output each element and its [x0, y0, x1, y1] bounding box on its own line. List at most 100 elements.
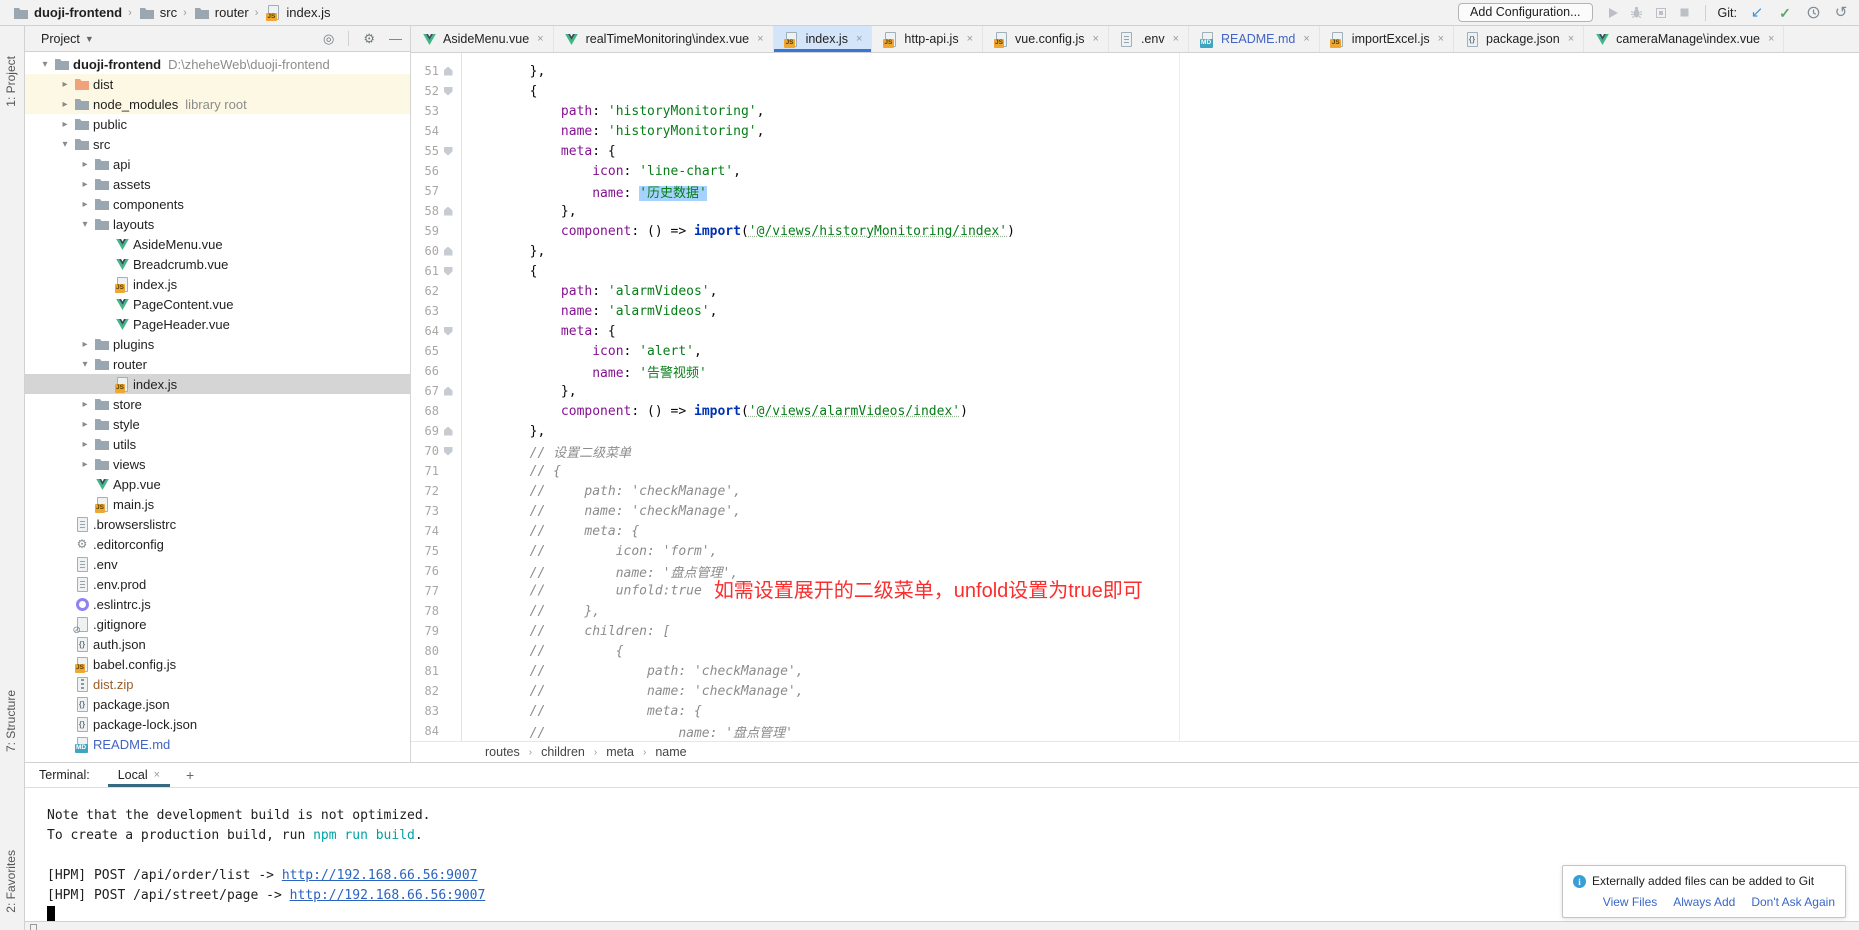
fold-marker[interactable] [439, 247, 457, 256]
terminal-link[interactable]: http://192.168.66.56:9007 [282, 868, 478, 883]
chevron-right-icon[interactable]: ▸ [57, 99, 73, 110]
tree-item-public[interactable]: ▸public [25, 114, 410, 134]
close-icon[interactable]: × [537, 33, 543, 45]
close-icon[interactable]: × [1173, 33, 1179, 45]
tree-item-assets[interactable]: ▸assets [25, 174, 410, 194]
notification-action-view-files[interactable]: View Files [1603, 895, 1657, 909]
close-icon[interactable]: × [757, 33, 763, 45]
tab-package-json[interactable]: {}package.json× [1454, 26, 1584, 52]
locate-icon[interactable]: ◎ [323, 32, 334, 45]
tree-item-app-vue[interactable]: App.vue [25, 474, 410, 494]
chevron-right-icon[interactable]: ▸ [77, 339, 93, 350]
chevron-down-icon[interactable]: ▾ [57, 139, 73, 150]
terminal-link[interactable]: http://192.168.66.56:9007 [290, 888, 486, 903]
tab-importexcel-js[interactable]: JSimportExcel.js× [1320, 26, 1454, 52]
notification-action-don-t-ask-again[interactable]: Don't Ask Again [1751, 895, 1835, 909]
settings-icon[interactable]: ⚙ [363, 32, 375, 45]
tree-item-browserslistrc[interactable]: .browserslistrc [25, 514, 410, 534]
tree-item-package-json[interactable]: {}package.json [25, 694, 410, 714]
fold-marker[interactable] [439, 327, 457, 336]
fold-marker[interactable] [439, 447, 457, 456]
tab-index-js[interactable]: JSindex.js× [774, 26, 873, 52]
editor-breadcrumb-meta[interactable]: meta [606, 745, 634, 759]
git-update-icon[interactable]: ↙ [1749, 5, 1765, 21]
breadcrumb-item-index-js[interactable]: JSindex.js [262, 5, 332, 21]
terminal-tab-local[interactable]: Local × [108, 763, 170, 787]
breadcrumb-item-src[interactable]: src [136, 5, 179, 21]
chevron-right-icon[interactable]: ▸ [77, 459, 93, 470]
tab-realtimemonitoring-index-vue[interactable]: realTimeMonitoring\index.vue× [554, 26, 774, 52]
chevron-right-icon[interactable]: ▸ [57, 79, 73, 90]
tree-item-breadcrumb-vue[interactable]: Breadcrumb.vue [25, 254, 410, 274]
tab-cameramanage-index-vue[interactable]: cameraManage\index.vue× [1584, 26, 1784, 52]
tree-item-auth-json[interactable]: {}auth.json [25, 634, 410, 654]
editor-breadcrumb-routes[interactable]: routes [485, 745, 520, 759]
git-history-icon[interactable] [1805, 5, 1821, 21]
tree-item-dist-zip[interactable]: dist.zip [25, 674, 410, 694]
chevron-down-icon[interactable]: ▾ [77, 359, 93, 370]
tree-item-dist[interactable]: ▸dist [25, 74, 410, 94]
git-commit-icon[interactable]: ✓ [1777, 5, 1793, 21]
tool-window-project-button[interactable]: 1: Project [4, 56, 18, 107]
project-panel-title[interactable]: Project [41, 32, 80, 46]
fold-marker[interactable] [439, 87, 457, 96]
tree-item-index-js[interactable]: JSindex.js [25, 374, 410, 394]
fold-marker[interactable] [439, 207, 457, 216]
tree-item-api[interactable]: ▸api [25, 154, 410, 174]
tree-item-layouts[interactable]: ▾layouts [25, 214, 410, 234]
tree-item-index-js[interactable]: JSindex.js [25, 274, 410, 294]
toolwindow-toggle-icon[interactable] [30, 924, 37, 930]
tree-item-duoji-frontend[interactable]: ▾duoji-frontendD:\zheheWeb\duoji-fronten… [25, 54, 410, 74]
tree-item-package-lock-json[interactable]: {}package-lock.json [25, 714, 410, 734]
tree-item-pageheader-vue[interactable]: PageHeader.vue [25, 314, 410, 334]
tree-item-plugins[interactable]: ▸plugins [25, 334, 410, 354]
close-icon[interactable]: × [967, 33, 973, 45]
chevron-right-icon[interactable]: ▸ [77, 399, 93, 410]
tree-item-env-prod[interactable]: .env.prod [25, 574, 410, 594]
tree-item-eslintrc-js[interactable]: .eslintrc.js [25, 594, 410, 614]
fold-marker[interactable] [439, 67, 457, 76]
code-editor[interactable]: 51 },52 {53 path: 'historyMonitoring',54… [411, 53, 1859, 741]
chevron-right-icon[interactable]: ▸ [77, 439, 93, 450]
close-icon[interactable]: × [1768, 33, 1774, 45]
chevron-right-icon[interactable]: ▸ [77, 199, 93, 210]
tree-item-utils[interactable]: ▸utils [25, 434, 410, 454]
tree-item-babel-config-js[interactable]: JSbabel.config.js [25, 654, 410, 674]
close-icon[interactable]: × [1303, 33, 1309, 45]
fold-marker[interactable] [439, 147, 457, 156]
chevron-down-icon[interactable]: ▾ [37, 59, 53, 70]
chevron-down-icon[interactable]: ▾ [77, 219, 93, 230]
tool-window-favorites-button[interactable]: 2: Favorites [4, 850, 18, 913]
editor-breadcrumb-name[interactable]: name [655, 745, 686, 759]
editor-breadcrumb-children[interactable]: children [541, 745, 585, 759]
chevron-right-icon[interactable]: ▸ [77, 179, 93, 190]
close-icon[interactable]: × [154, 769, 160, 781]
tree-item-components[interactable]: ▸components [25, 194, 410, 214]
tree-item-gitignore[interactable]: ⊘.gitignore [25, 614, 410, 634]
notification-action-always-add[interactable]: Always Add [1673, 895, 1735, 909]
fold-marker[interactable] [439, 387, 457, 396]
tree-item-store[interactable]: ▸store [25, 394, 410, 414]
tab-vue-config-js[interactable]: JSvue.config.js× [983, 26, 1109, 52]
tree-item-env[interactable]: .env [25, 554, 410, 574]
tree-item-pagecontent-vue[interactable]: PageContent.vue [25, 294, 410, 314]
fold-marker[interactable] [439, 427, 457, 436]
chevron-down-icon[interactable]: ▼ [85, 34, 94, 44]
tool-window-structure-button[interactable]: 7: Structure [4, 690, 18, 752]
close-icon[interactable]: × [1093, 33, 1099, 45]
add-configuration-button[interactable]: Add Configuration... [1458, 3, 1593, 22]
tab-asidemenu-vue[interactable]: AsideMenu.vue× [411, 26, 554, 52]
chevron-right-icon[interactable]: ▸ [77, 419, 93, 430]
close-icon[interactable]: × [856, 33, 862, 45]
fold-marker[interactable] [439, 267, 457, 276]
tree-item-node-modules[interactable]: ▸node_moduleslibrary root [25, 94, 410, 114]
tree-item-editorconfig[interactable]: ⚙.editorconfig [25, 534, 410, 554]
chevron-right-icon[interactable]: ▸ [57, 119, 73, 130]
tree-item-readme-md[interactable]: MDREADME.md [25, 734, 410, 754]
breadcrumb-item-duoji-frontend[interactable]: duoji-frontend [10, 5, 124, 21]
tree-item-asidemenu-vue[interactable]: AsideMenu.vue [25, 234, 410, 254]
tree-item-src[interactable]: ▾src [25, 134, 410, 154]
tree-item-views[interactable]: ▸views [25, 454, 410, 474]
tree-item-router[interactable]: ▾router [25, 354, 410, 374]
breadcrumb-item-router[interactable]: router [191, 5, 251, 21]
